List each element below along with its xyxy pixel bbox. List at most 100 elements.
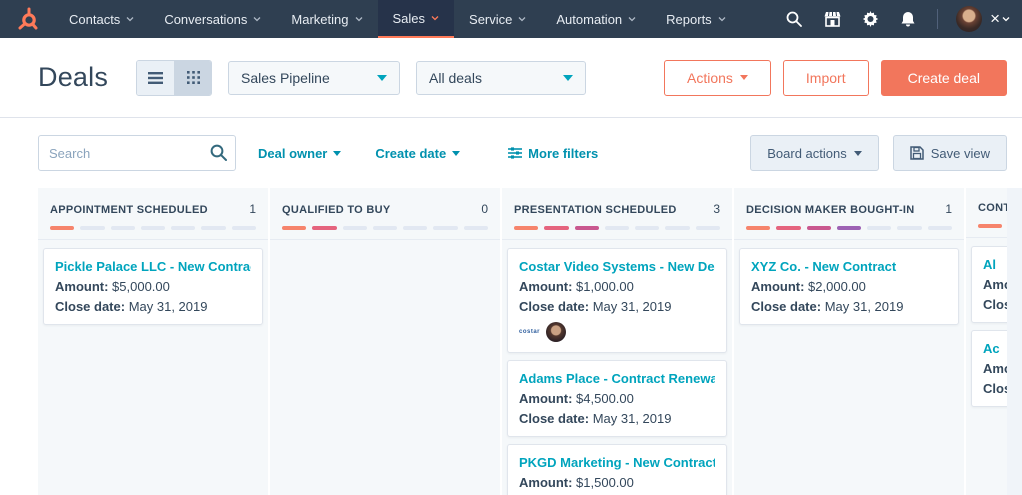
deal-title[interactable]: Costar Video Systems - New Deal xyxy=(519,259,715,274)
page-title: Deals xyxy=(38,62,108,93)
chevron-down-icon xyxy=(452,151,460,156)
deal-card[interactable]: Pickle Palace LLC - New Contract Amount:… xyxy=(43,248,263,325)
pipeline-select-value: Sales Pipeline xyxy=(241,70,377,86)
nav-item-automation[interactable]: Automation xyxy=(541,0,651,38)
actions-button[interactable]: Actions xyxy=(664,60,771,96)
deal-title[interactable]: XYZ Co. - New Contract xyxy=(751,259,947,274)
costar-logo-avatar: costar xyxy=(519,329,543,335)
nav-item-conversations[interactable]: Conversations xyxy=(149,0,276,38)
deal-card[interactable]: Al Amount: Close date: xyxy=(971,246,1007,323)
stage-segment xyxy=(837,226,861,230)
deals-filter-select[interactable]: All deals xyxy=(416,61,586,95)
search-input[interactable] xyxy=(38,135,236,171)
hubspot-logo[interactable] xyxy=(0,0,54,38)
create-date-filter[interactable]: Create date xyxy=(375,146,460,161)
board-viewport[interactable]: APPOINTMENT SCHEDULED 1 Pickle Palace LL… xyxy=(38,188,1007,495)
stage-segment xyxy=(50,226,74,230)
deal-title[interactable]: Adams Place - Contract Renewal xyxy=(519,371,715,386)
nav-item-contacts[interactable]: Contacts xyxy=(54,0,149,38)
column-header: QUALIFIED TO BUY 0 xyxy=(270,188,500,240)
stage-segment xyxy=(232,226,256,230)
search-icon[interactable] xyxy=(210,144,227,166)
close-value: May 31, 2019 xyxy=(821,299,903,314)
stage-progress xyxy=(282,226,488,230)
stage-segment xyxy=(807,226,831,230)
deal-title[interactable]: PKGD Marketing - New Contract xyxy=(519,455,715,470)
nav-item-reports[interactable]: Reports xyxy=(651,0,741,38)
pipeline-column: DECISION MAKER BOUGHT-IN 1 XYZ Co. - New… xyxy=(734,188,964,495)
save-view-label: Save view xyxy=(931,146,990,161)
close-label: Close date: xyxy=(519,411,589,426)
deal-card[interactable]: Adams Place - Contract Renewal Amount: $… xyxy=(507,360,727,437)
stage-progress xyxy=(978,224,1007,228)
pipeline-column: PRESENTATION SCHEDULED 3 Costar Video Sy… xyxy=(502,188,732,495)
top-nav: Contacts Conversations Marketing Sales S… xyxy=(0,0,1022,38)
amount-label: Amount: xyxy=(983,361,1007,376)
stage-progress xyxy=(514,226,720,230)
deal-card[interactable]: Ac Amount: Close date: xyxy=(971,330,1007,407)
stage-segment xyxy=(201,226,225,230)
column-header: PRESENTATION SCHEDULED 3 xyxy=(502,188,732,240)
column-header: APPOINTMENT SCHEDULED 1 xyxy=(38,188,268,240)
chevron-down-icon xyxy=(854,151,862,156)
deal-card[interactable]: PKGD Marketing - New Contract Amount: $1… xyxy=(507,444,727,495)
deal-card[interactable]: Costar Video Systems - New Deal Amount: … xyxy=(507,248,727,353)
close-icon[interactable]: × xyxy=(990,9,1010,29)
marketplace-icon[interactable] xyxy=(813,11,851,27)
column-header: CONTRACT SENT xyxy=(966,188,1007,238)
chevron-down-icon xyxy=(563,75,573,81)
pipeline-select[interactable]: Sales Pipeline xyxy=(228,61,400,95)
search-icon[interactable] xyxy=(775,11,813,27)
amount-label: Amount: xyxy=(983,277,1007,292)
column-count: 3 xyxy=(705,202,720,216)
stage-segment xyxy=(312,226,336,230)
list-icon xyxy=(148,72,163,84)
grid-icon xyxy=(187,71,200,84)
page-header: Deals Sales Pipeline All deals Actions I… xyxy=(0,38,1022,118)
create-deal-button[interactable]: Create deal xyxy=(881,60,1007,96)
column-header: DECISION MAKER BOUGHT-IN 1 xyxy=(734,188,964,240)
nav-item-marketing[interactable]: Marketing xyxy=(276,0,377,38)
nav-item-sales[interactable]: Sales xyxy=(378,0,455,38)
import-button[interactable]: Import xyxy=(783,60,869,96)
stage-segment xyxy=(111,226,135,230)
nav-item-label: Sales xyxy=(393,11,426,26)
notifications-bell-icon[interactable] xyxy=(889,11,927,28)
hubspot-sprocket-icon xyxy=(15,7,39,31)
nav-item-label: Conversations xyxy=(164,12,247,27)
board-actions-button[interactable]: Board actions xyxy=(750,135,879,171)
view-toggle xyxy=(136,60,212,96)
person-avatar xyxy=(546,322,566,342)
chevron-down-icon xyxy=(431,15,439,21)
deal-title[interactable]: Ac xyxy=(983,341,1007,356)
avatar-row: costar xyxy=(519,322,715,342)
deal-title[interactable]: Al xyxy=(983,257,1007,272)
amount-label: Amount: xyxy=(751,279,804,294)
deal-card[interactable]: XYZ Co. - New Contract Amount: $2,000.00… xyxy=(739,248,959,325)
list-view-button[interactable] xyxy=(137,61,174,95)
amount-value: $5,000.00 xyxy=(108,279,169,294)
deal-owner-filter[interactable]: Deal owner xyxy=(258,146,341,161)
more-filters-button[interactable]: More filters xyxy=(508,146,598,161)
board-view-button[interactable] xyxy=(174,61,211,95)
create-deal-label: Create deal xyxy=(908,70,980,86)
stage-segment xyxy=(928,226,952,230)
deal-title[interactable]: Pickle Palace LLC - New Contract xyxy=(55,259,251,274)
chevron-down-icon xyxy=(718,16,726,22)
nav-item-service[interactable]: Service xyxy=(454,0,541,38)
create-date-label: Create date xyxy=(375,146,446,161)
chevron-down-icon xyxy=(1002,16,1010,22)
actions-button-label: Actions xyxy=(687,70,733,86)
stage-segment xyxy=(867,226,891,230)
board-right-gutter xyxy=(1007,188,1022,495)
stage-segment xyxy=(696,226,720,230)
column-title: DECISION MAKER BOUGHT-IN xyxy=(746,204,937,216)
nav-menu: Contacts Conversations Marketing Sales S… xyxy=(54,0,741,38)
stage-segment xyxy=(575,226,599,230)
nav-item-label: Contacts xyxy=(69,12,120,27)
user-avatar[interactable] xyxy=(956,6,982,32)
settings-gear-icon[interactable] xyxy=(851,11,889,28)
save-view-button[interactable]: Save view xyxy=(893,135,1007,171)
amount-value: $4,500.00 xyxy=(572,391,633,406)
close-label: Close date: xyxy=(751,299,821,314)
